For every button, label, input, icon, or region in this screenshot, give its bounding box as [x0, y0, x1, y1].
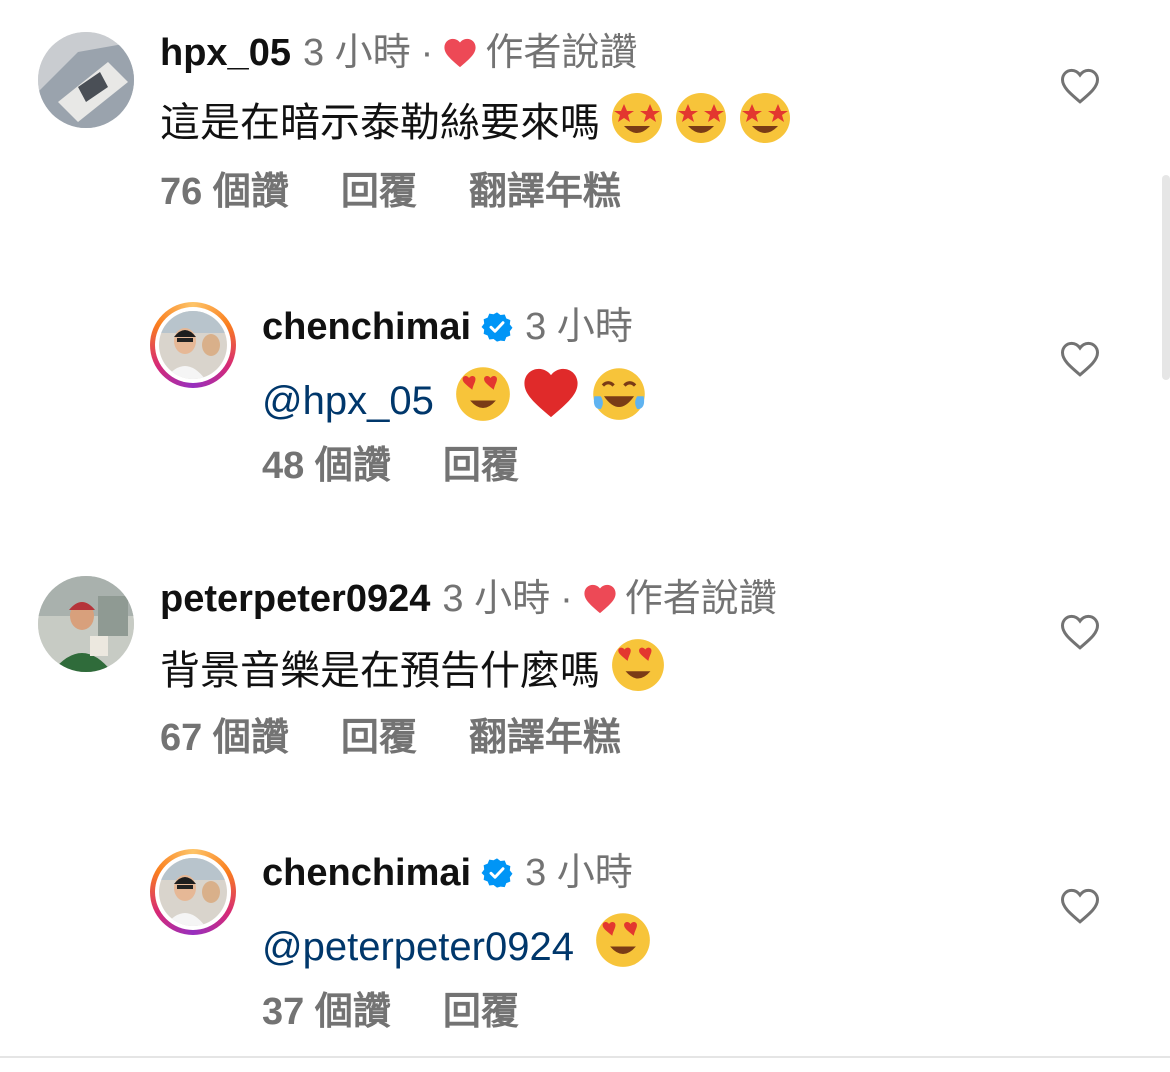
comment-username[interactable]: peterpeter0924	[160, 578, 430, 620]
mention-link[interactable]: @hpx_05	[262, 379, 434, 423]
translate-button[interactable]: 翻譯年糕	[469, 171, 621, 213]
divider	[0, 1056, 1170, 1058]
comment-username[interactable]: hpx_05	[160, 32, 291, 74]
verified-badge-icon	[481, 309, 513, 353]
separator-dot: ·	[420, 32, 434, 74]
heart-eyes-emoji-icon	[454, 364, 512, 435]
comment-time: 3 小時	[302, 32, 411, 74]
like-heart-icon[interactable]	[1060, 886, 1100, 926]
tears-of-joy-emoji-icon	[590, 364, 648, 435]
author-liked-label: 作者說讚	[485, 32, 638, 74]
heart-eyes-emoji-icon	[594, 910, 652, 981]
likes-count[interactable]: 67 個讚	[160, 717, 289, 759]
reply-button[interactable]: 回覆	[443, 445, 519, 487]
likes-count[interactable]: 76 個讚	[160, 171, 289, 213]
star-struck-emoji-icon	[610, 90, 664, 157]
avatar-chenchimai[interactable]	[150, 302, 236, 388]
comment-text: 背景音樂是在預告什麼嗎	[160, 649, 600, 693]
comment-username[interactable]: chenchimai	[262, 306, 471, 348]
likes-count[interactable]: 48 個讚	[262, 445, 391, 487]
separator-dot: ·	[560, 578, 573, 620]
comment-time: 3 小時	[525, 852, 633, 894]
reply-button[interactable]: 回覆	[443, 991, 519, 1033]
like-heart-icon[interactable]	[1060, 612, 1100, 652]
red-heart-emoji-icon	[522, 364, 580, 435]
reply-button[interactable]: 回覆	[341, 717, 417, 759]
likes-count[interactable]: 37 個讚	[262, 991, 391, 1033]
reply-button[interactable]: 回覆	[341, 171, 417, 213]
comment-time: 3 小時	[525, 306, 633, 348]
avatar-peterpeter0924[interactable]	[38, 576, 134, 672]
author-liked-heart-icon	[583, 581, 617, 625]
like-heart-icon[interactable]	[1060, 66, 1100, 106]
author-liked-heart-icon	[443, 35, 477, 79]
comment-time: 3 小時	[442, 578, 551, 620]
translate-button[interactable]: 翻譯年糕	[469, 717, 621, 759]
author-liked-label: 作者說讚	[624, 578, 777, 620]
mention-link[interactable]: @peterpeter0924	[262, 925, 574, 969]
comment-username[interactable]: chenchimai	[262, 852, 471, 894]
avatar-hpx-05[interactable]	[38, 32, 134, 128]
avatar-chenchimai[interactable]	[150, 849, 236, 935]
star-struck-emoji-icon	[674, 90, 728, 157]
star-struck-emoji-icon	[738, 90, 792, 157]
like-heart-icon[interactable]	[1060, 339, 1100, 379]
scrollbar[interactable]	[1162, 175, 1170, 380]
comment-text: 這是在暗示泰勒絲要來嗎	[160, 101, 600, 145]
verified-badge-icon	[481, 855, 513, 899]
heart-eyes-emoji-icon	[610, 636, 666, 705]
